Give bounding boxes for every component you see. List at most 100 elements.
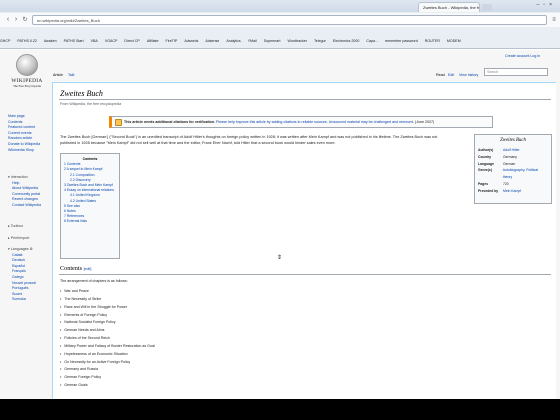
browser-window: Zweites Buch - Wikipedia, the free encyc… bbox=[0, 0, 560, 399]
infobox-row: Language German bbox=[478, 161, 548, 168]
bookmark-item[interactable]: VGACP bbox=[105, 39, 118, 43]
bookmark-item[interactable]: Capa... bbox=[366, 39, 378, 43]
list-item: Germany and Russia bbox=[60, 366, 155, 374]
toc-item[interactable]: 8 External links bbox=[64, 219, 116, 224]
bookmark-item[interactable]: GHCP bbox=[0, 39, 10, 43]
bookmark-item[interactable]: Awaken bbox=[44, 39, 57, 43]
notice-bold: This article needs additional citations … bbox=[124, 120, 216, 124]
list-item: Military Power and Fallacy of Border Res… bbox=[60, 343, 154, 351]
menu-icon[interactable]: ≡ bbox=[550, 16, 558, 24]
tab-article[interactable]: Article bbox=[53, 73, 63, 77]
infobox-value[interactable]: Mein Kampf bbox=[503, 188, 521, 195]
back-icon[interactable]: ‹ bbox=[4, 16, 12, 24]
tab-history[interactable]: View history bbox=[459, 73, 478, 77]
infobox-row: Preceded by Mein Kampf bbox=[478, 188, 548, 195]
bookmark-item[interactable]: Direct CP bbox=[124, 39, 139, 43]
title-divider bbox=[59, 99, 551, 100]
bookmark-item[interactable]: MODEM bbox=[447, 39, 461, 43]
bookmark-item[interactable]: ROUTER bbox=[425, 39, 440, 43]
infobox-key: Genre(s) bbox=[478, 168, 492, 173]
list-item: Policies of the Second Reich bbox=[60, 335, 155, 343]
black-bar bbox=[0, 399, 560, 420]
bookmark-item[interactable]: Electronics 2000 bbox=[333, 39, 360, 43]
citation-notice: This article needs additional citations … bbox=[109, 116, 493, 128]
lead-line: published in 1928 because "Mein Kampf" d… bbox=[60, 141, 336, 146]
bookmark-item[interactable]: Supermart bbox=[264, 39, 281, 43]
infobox-value: Germany bbox=[503, 154, 517, 159]
title-bar: Zweites Buch - Wikipedia, the free encyc… bbox=[0, 0, 560, 12]
tab-edit[interactable]: Edit bbox=[448, 73, 454, 77]
infobox-row: Genre(s) Autobiography, Political theory bbox=[478, 167, 548, 181]
list-item: Race and Will in the Struggle for Power bbox=[60, 304, 155, 312]
bookmark-item[interactable]: PATHS.0.22 bbox=[17, 39, 36, 43]
wikipedia-logo[interactable]: WIKIPEDIA The Free Encyclopedia bbox=[9, 54, 45, 100]
lead-paragraph: The Zweites Buch [German:] ("Second Book… bbox=[60, 134, 464, 147]
notice-date: (June 2007) bbox=[415, 120, 435, 124]
window-controls[interactable]: –▫× bbox=[537, 2, 556, 8]
infobox-key: Language bbox=[478, 161, 495, 166]
list-item: Elements of Foreign Policy bbox=[60, 312, 155, 320]
browser-chrome: Zweites Buch - Wikipedia, the free encyc… bbox=[0, 0, 560, 49]
section-heading: Contents [edit] bbox=[60, 265, 92, 272]
bookmark-item[interactable]: Analytics bbox=[226, 39, 240, 43]
bookmark-item[interactable]: Adwords bbox=[184, 39, 198, 43]
address-bar[interactable]: en.wikipedia.org/wiki/Zweites_Buch bbox=[32, 15, 547, 25]
infobox-row: Pages 720 bbox=[478, 181, 548, 188]
notice-text[interactable]: Please help improve this article by addi… bbox=[215, 120, 414, 124]
bookmarks-bar: GHCP PATHS.0.22 Awaken PATHS Start VBA VGACP D… bbox=[0, 36, 560, 46]
infobox-row: Author(s) Adolf Hitler bbox=[478, 147, 548, 154]
browser-tab[interactable]: Zweites Buch - Wikipedia, the free encyc… bbox=[418, 2, 480, 12]
search-input[interactable]: Search bbox=[484, 68, 548, 76]
gear-icon[interactable]: ⚙ bbox=[30, 247, 33, 251]
infobox-row: Country Germany bbox=[478, 154, 548, 161]
infobox-value[interactable]: Autobiography, Political theory bbox=[503, 167, 548, 181]
bookmark-item[interactable]: Adsense bbox=[205, 39, 219, 43]
tab-read[interactable]: Read bbox=[436, 73, 445, 77]
list-item: German Goals bbox=[60, 382, 155, 390]
edit-link[interactable]: [edit] bbox=[84, 267, 92, 271]
article-content: Zweites Buch From Wikipedia, the free en… bbox=[52, 82, 556, 399]
infobox-value[interactable]: Adolf Hitler bbox=[503, 147, 520, 154]
bookmark-item[interactable]: Affiliate bbox=[147, 39, 159, 43]
bookmark-item[interactable]: FireTIP bbox=[166, 39, 178, 43]
language-link[interactable]: Svenska bbox=[12, 297, 54, 303]
account-links[interactable]: Create account Log in bbox=[505, 54, 540, 58]
infobox-key: Pages bbox=[478, 181, 488, 186]
book-icon bbox=[115, 119, 122, 126]
forward-icon[interactable]: › bbox=[12, 16, 20, 24]
infobox-key: Country bbox=[478, 154, 491, 159]
infobox-value: German bbox=[503, 161, 516, 166]
list-item: The Necessity of Strike bbox=[60, 296, 155, 304]
address-row: ‹ › ↻ en.wikipedia.org/wiki/Zweites_Buch… bbox=[0, 13, 560, 27]
infobox-key: Author(s) bbox=[478, 148, 494, 152]
section-divider bbox=[59, 274, 551, 275]
table-of-contents: Contents 1 Contents 2 A sequel to Mein Ka… bbox=[60, 153, 120, 259]
sidebar-languages: ▾ Languages ⚙ Català Deutsch Español França… bbox=[8, 247, 54, 303]
new-tab-button[interactable] bbox=[482, 4, 492, 11]
sidebar-item[interactable]: Contact Wikipedia bbox=[12, 203, 54, 209]
list-item: German Needs and Aims bbox=[60, 327, 155, 335]
bookmark-item[interactable]: PATHS Start bbox=[64, 39, 84, 43]
bookmark-item[interactable]: Wordtracker bbox=[287, 39, 307, 43]
sidebar-toolbox[interactable]: ▸ Toolbox bbox=[8, 224, 54, 230]
sidebar-interaction: ▾ Interaction Help About Wikipedia Communi… bbox=[8, 175, 54, 209]
sidebar-item[interactable]: Wikimedia Shop bbox=[8, 148, 54, 154]
bookmark-item[interactable]: YMail bbox=[248, 39, 257, 43]
page-title: Zweites Buch bbox=[60, 89, 103, 98]
bookmark-item[interactable]: VBA bbox=[91, 39, 98, 43]
infobox-value: 720 bbox=[503, 181, 509, 186]
page-tabs: Article Talk Read Edit View history bbox=[51, 69, 556, 81]
chapter-list: War and PeaceThe Necessity of StrikeRace… bbox=[60, 288, 155, 390]
tab-talk[interactable]: Talk bbox=[68, 73, 74, 77]
bookmark-item[interactable]: remember password bbox=[385, 39, 418, 43]
list-item: War and Peace bbox=[60, 288, 155, 296]
sidebar-print-export[interactable]: ▸ Print/export bbox=[8, 236, 54, 242]
section-intro: The arrangement of chapters is as follow… bbox=[60, 279, 128, 283]
reload-icon[interactable]: ↻ bbox=[21, 16, 29, 24]
page-subtitle: From Wikipedia, the free encyclopedia bbox=[60, 102, 122, 106]
bookmark-item[interactable]: Telegur bbox=[314, 39, 326, 43]
logo-tagline: The Free Encyclopedia bbox=[13, 84, 41, 88]
list-item: German Foreign Policy bbox=[60, 374, 155, 382]
globe-icon bbox=[16, 54, 38, 76]
list-item: National Socialist Foreign Policy bbox=[60, 319, 155, 327]
